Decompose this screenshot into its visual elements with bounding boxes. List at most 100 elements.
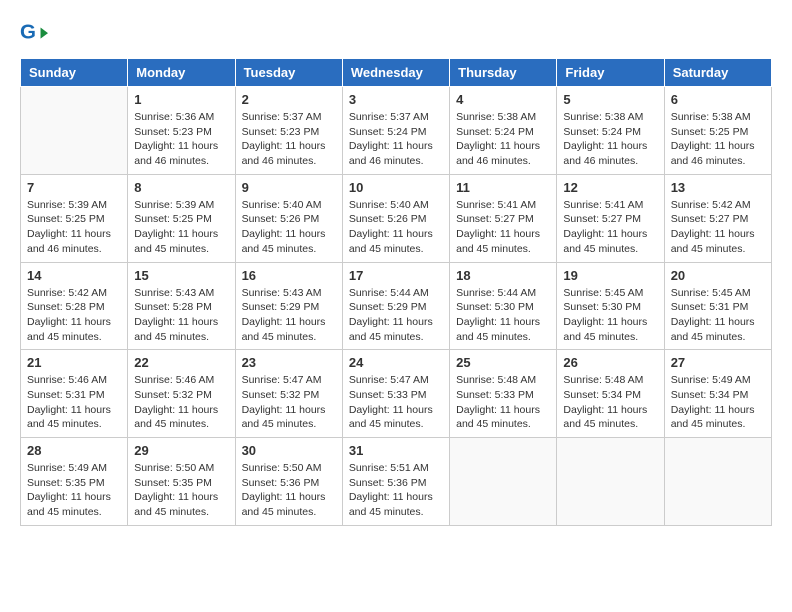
calendar-cell: 29 Sunrise: 5:50 AMSunset: 5:35 PMDayligh…	[128, 438, 235, 526]
day-detail: Sunrise: 5:47 AMSunset: 5:33 PMDaylight:…	[349, 373, 443, 432]
calendar-cell	[664, 438, 771, 526]
svg-text:G: G	[20, 21, 36, 44]
calendar-cell: 1Sunrise: 5:36 AMSunset: 5:23 PMDaylight…	[128, 87, 235, 175]
day-number: 22	[134, 355, 228, 370]
day-number: 2	[242, 92, 336, 107]
day-number: 13	[671, 180, 765, 195]
calendar-cell: 12Sunrise: 5:41 AMSunset: 5:27 PMDayligh…	[557, 174, 664, 262]
day-number: 8	[134, 180, 228, 195]
calendar-cell: 26Sunrise: 5:48 AMSunset: 5:34 PMDayligh…	[557, 350, 664, 438]
day-detail: Sunrise: 5:38 AMSunset: 5:24 PMDaylight:…	[456, 110, 550, 169]
calendar-cell	[450, 438, 557, 526]
day-detail: Sunrise: 5:50 AMSunset: 5:35 PMDaylight:…	[134, 461, 228, 520]
calendar-cell: 25 Sunrise: 5:48 AMSunset: 5:33 PMDayligh…	[450, 350, 557, 438]
day-number: 3	[349, 92, 443, 107]
day-detail: Sunrise: 5:43 AMSunset: 5:28 PMDaylight:…	[134, 286, 228, 345]
calendar-cell: 21 Sunrise: 5:46 AMSunset: 5:31 PMDayligh…	[21, 350, 128, 438]
calendar-cell: 6 Sunrise: 5:38 AMSunset: 5:25 PMDaylight…	[664, 87, 771, 175]
day-number: 1	[134, 92, 228, 107]
calendar-cell: 10 Sunrise: 5:40 AMSunset: 5:26 PMDayligh…	[342, 174, 449, 262]
calendar-cell: 16 Sunrise: 5:43 AMSunset: 5:29 PMDayligh…	[235, 262, 342, 350]
day-detail: Sunrise: 5:44 AMSunset: 5:30 PMDaylight:…	[456, 286, 550, 345]
day-number: 28	[27, 443, 121, 458]
weekday-header: Tuesday	[235, 59, 342, 87]
calendar-cell: 23 Sunrise: 5:47 AMSunset: 5:32 PMDayligh…	[235, 350, 342, 438]
day-number: 25	[456, 355, 550, 370]
day-number: 16	[242, 268, 336, 283]
day-number: 29	[134, 443, 228, 458]
calendar-cell: 2 Sunrise: 5:37 AMSunset: 5:23 PMDaylight…	[235, 87, 342, 175]
day-detail: Sunrise: 5:45 AMSunset: 5:31 PMDaylight:…	[671, 286, 765, 345]
day-detail: Sunrise: 5:45 AMSunset: 5:30 PMDaylight:…	[563, 286, 657, 345]
calendar-cell: 20 Sunrise: 5:45 AMSunset: 5:31 PMDayligh…	[664, 262, 771, 350]
calendar-cell: 4 Sunrise: 5:38 AMSunset: 5:24 PMDaylight…	[450, 87, 557, 175]
day-detail: Sunrise: 5:49 AMSunset: 5:35 PMDaylight:…	[27, 461, 121, 520]
day-number: 26	[563, 355, 657, 370]
day-number: 17	[349, 268, 443, 283]
day-detail: Sunrise: 5:38 AMSunset: 5:25 PMDaylight:…	[671, 110, 765, 169]
weekday-header: Saturday	[664, 59, 771, 87]
day-number: 4	[456, 92, 550, 107]
day-detail: Sunrise: 5:49 AMSunset: 5:34 PMDaylight:…	[671, 373, 765, 432]
page-header: G	[20, 20, 772, 48]
calendar-cell: 18 Sunrise: 5:44 AMSunset: 5:30 PMDayligh…	[450, 262, 557, 350]
day-detail: Sunrise: 5:41 AMSunset: 5:27 PMDaylight:…	[563, 198, 657, 257]
calendar-cell: 3 Sunrise: 5:37 AMSunset: 5:24 PMDaylight…	[342, 87, 449, 175]
day-detail: Sunrise: 5:40 AMSunset: 5:26 PMDaylight:…	[242, 198, 336, 257]
logo-icon: G	[20, 20, 48, 48]
week-row: 7Sunrise: 5:39 AMSunset: 5:25 PMDaylight…	[21, 174, 772, 262]
weekday-header: Monday	[128, 59, 235, 87]
day-detail: Sunrise: 5:37 AMSunset: 5:24 PMDaylight:…	[349, 110, 443, 169]
calendar-cell: 27 Sunrise: 5:49 AMSunset: 5:34 PMDayligh…	[664, 350, 771, 438]
calendar-cell: 13 Sunrise: 5:42 AMSunset: 5:27 PMDayligh…	[664, 174, 771, 262]
day-number: 24	[349, 355, 443, 370]
weekday-header: Friday	[557, 59, 664, 87]
calendar-cell: 7Sunrise: 5:39 AMSunset: 5:25 PMDaylight…	[21, 174, 128, 262]
week-row: 14 Sunrise: 5:42 AMSunset: 5:28 PMDayligh…	[21, 262, 772, 350]
calendar-cell: 30Sunrise: 5:50 AMSunset: 5:36 PMDayligh…	[235, 438, 342, 526]
day-detail: Sunrise: 5:41 AMSunset: 5:27 PMDaylight:…	[456, 198, 550, 257]
day-number: 27	[671, 355, 765, 370]
header-row: SundayMondayTuesdayWednesdayThursdayFrid…	[21, 59, 772, 87]
day-number: 20	[671, 268, 765, 283]
calendar-cell: 19Sunrise: 5:45 AMSunset: 5:30 PMDayligh…	[557, 262, 664, 350]
day-number: 6	[671, 92, 765, 107]
day-detail: Sunrise: 5:51 AMSunset: 5:36 PMDaylight:…	[349, 461, 443, 520]
day-number: 15	[134, 268, 228, 283]
day-detail: Sunrise: 5:47 AMSunset: 5:32 PMDaylight:…	[242, 373, 336, 432]
day-detail: Sunrise: 5:42 AMSunset: 5:28 PMDaylight:…	[27, 286, 121, 345]
calendar-table: SundayMondayTuesdayWednesdayThursdayFrid…	[20, 58, 772, 526]
calendar-cell: 14 Sunrise: 5:42 AMSunset: 5:28 PMDayligh…	[21, 262, 128, 350]
week-row: 21 Sunrise: 5:46 AMSunset: 5:31 PMDayligh…	[21, 350, 772, 438]
day-detail: Sunrise: 5:48 AMSunset: 5:33 PMDaylight:…	[456, 373, 550, 432]
day-detail: Sunrise: 5:40 AMSunset: 5:26 PMDaylight:…	[349, 198, 443, 257]
day-number: 11	[456, 180, 550, 195]
day-number: 9	[242, 180, 336, 195]
day-detail: Sunrise: 5:46 AMSunset: 5:31 PMDaylight:…	[27, 373, 121, 432]
weekday-header: Thursday	[450, 59, 557, 87]
logo: G	[20, 20, 50, 48]
week-row: 1Sunrise: 5:36 AMSunset: 5:23 PMDaylight…	[21, 87, 772, 175]
day-number: 21	[27, 355, 121, 370]
calendar-cell: 28 Sunrise: 5:49 AMSunset: 5:35 PMDayligh…	[21, 438, 128, 526]
day-number: 18	[456, 268, 550, 283]
calendar-cell: 8 Sunrise: 5:39 AMSunset: 5:25 PMDaylight…	[128, 174, 235, 262]
day-number: 5	[563, 92, 657, 107]
day-number: 14	[27, 268, 121, 283]
day-detail: Sunrise: 5:38 AMSunset: 5:24 PMDaylight:…	[563, 110, 657, 169]
day-detail: Sunrise: 5:39 AMSunset: 5:25 PMDaylight:…	[134, 198, 228, 257]
day-detail: Sunrise: 5:46 AMSunset: 5:32 PMDaylight:…	[134, 373, 228, 432]
calendar-cell: 15 Sunrise: 5:43 AMSunset: 5:28 PMDayligh…	[128, 262, 235, 350]
day-detail: Sunrise: 5:42 AMSunset: 5:27 PMDaylight:…	[671, 198, 765, 257]
day-number: 10	[349, 180, 443, 195]
calendar-cell: 9 Sunrise: 5:40 AMSunset: 5:26 PMDaylight…	[235, 174, 342, 262]
day-number: 30	[242, 443, 336, 458]
day-detail: Sunrise: 5:44 AMSunset: 5:29 PMDaylight:…	[349, 286, 443, 345]
calendar-cell: 22 Sunrise: 5:46 AMSunset: 5:32 PMDayligh…	[128, 350, 235, 438]
day-detail: Sunrise: 5:43 AMSunset: 5:29 PMDaylight:…	[242, 286, 336, 345]
calendar-cell	[21, 87, 128, 175]
day-number: 23	[242, 355, 336, 370]
day-detail: Sunrise: 5:37 AMSunset: 5:23 PMDaylight:…	[242, 110, 336, 169]
calendar-cell	[557, 438, 664, 526]
calendar-cell: 31Sunrise: 5:51 AMSunset: 5:36 PMDayligh…	[342, 438, 449, 526]
